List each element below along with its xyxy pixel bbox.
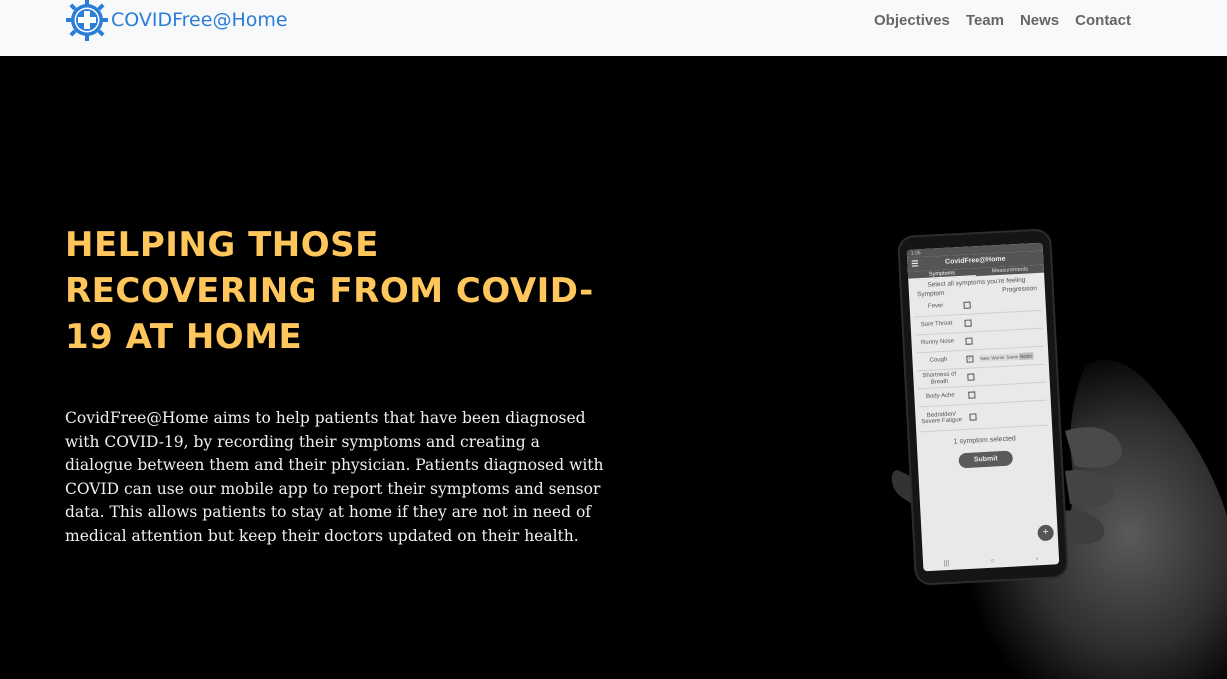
top-navbar: COVIDFree@Home Objectives Team News Cont… bbox=[0, 0, 1227, 56]
checkbox-checked-icon: ✓ bbox=[966, 355, 974, 363]
checkbox-icon bbox=[969, 412, 977, 421]
nav-link-objectives[interactable]: Objectives bbox=[866, 12, 958, 29]
home-icon: ○ bbox=[990, 557, 995, 565]
phone-softkeys: ||| ○ ‹ bbox=[923, 550, 1060, 571]
nav-link-news[interactable]: News bbox=[1012, 12, 1067, 29]
phone-symptom-name: Cough bbox=[929, 357, 948, 364]
checkbox-icon bbox=[965, 337, 973, 345]
medical-cross-logo-icon bbox=[66, 0, 108, 41]
hamburger-icon: ☰ bbox=[911, 259, 919, 269]
phone-symptom-row: Bedridden/ Severe Fatigue bbox=[918, 400, 1049, 433]
phone-progression-option: Same bbox=[1006, 354, 1019, 360]
back-icon: ‹ bbox=[1035, 554, 1039, 562]
phone-progression-option: Better bbox=[1018, 352, 1034, 361]
nav-link-contact[interactable]: Contact bbox=[1067, 12, 1139, 29]
phone-selected-count: 1 symptom selected bbox=[953, 435, 1017, 446]
phone-app-title: CovidFree@Home bbox=[944, 255, 1006, 266]
phone-progression-options: New Worse Same Better bbox=[979, 352, 1034, 363]
phone-progression-option: New bbox=[980, 355, 990, 362]
checkbox-icon bbox=[968, 391, 976, 399]
nav-link-team[interactable]: Team bbox=[958, 12, 1012, 29]
phone-symptom-name: Body Ache bbox=[925, 392, 955, 401]
phone-symptom-name: Fever bbox=[927, 303, 944, 310]
phone-symptom-name: Shortness of Breath bbox=[922, 371, 957, 386]
phone-symptom-name: Runny Nose bbox=[920, 338, 955, 347]
phone-col-symptom: Symptom bbox=[916, 289, 945, 299]
recents-icon: ||| bbox=[943, 559, 950, 567]
phone-symptom-name: Sore Throat bbox=[920, 320, 953, 329]
phone-submit-button: Submit bbox=[958, 450, 1014, 469]
checkbox-icon bbox=[967, 373, 975, 381]
hero-section: HELPING THOSE RECOVERING FROM COVID-19 A… bbox=[0, 56, 1227, 679]
hero-phone-image: 1:26 ☰ CovidFree@Home Symptoms Measureme… bbox=[860, 216, 1227, 679]
checkbox-icon bbox=[963, 301, 971, 309]
brand-name: COVIDFree@Home bbox=[111, 9, 288, 31]
nav-links: Objectives Team News Contact bbox=[866, 0, 1139, 40]
plus-icon: + bbox=[1037, 524, 1055, 542]
checkbox-icon bbox=[964, 319, 972, 327]
phone-progression-option: Worse bbox=[991, 354, 1005, 361]
hero-description: CovidFree@Home aims to help patients tha… bbox=[65, 409, 604, 545]
smartphone: 1:26 ☰ CovidFree@Home Symptoms Measureme… bbox=[899, 230, 1067, 584]
phone-screen: 1:26 ☰ CovidFree@Home Symptoms Measureme… bbox=[906, 242, 1060, 572]
phone-symptom-name: Bedridden/ Severe Fatigue bbox=[921, 410, 963, 426]
hero-headline: HELPING THOSE RECOVERING FROM COVID-19 A… bbox=[65, 225, 594, 357]
brand-link[interactable]: COVIDFree@Home bbox=[66, 0, 288, 41]
